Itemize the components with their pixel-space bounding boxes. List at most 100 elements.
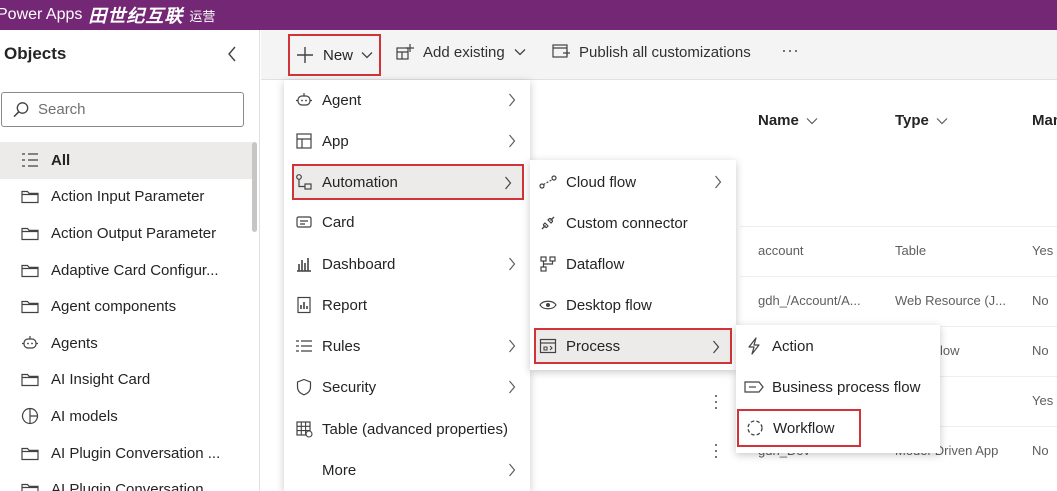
new-button-label: New <box>323 46 354 64</box>
environment-suffix: 运营 <box>189 8 216 24</box>
objects-pane: Objects Search All Action Input Paramete… <box>0 30 260 491</box>
object-item-label: AI Insight Card <box>51 371 151 389</box>
cell-type: Table <box>895 243 927 258</box>
folder-icon <box>20 260 40 280</box>
chevron-right-icon <box>509 463 516 477</box>
cell-managed: No <box>1032 343 1049 358</box>
ai-model-icon <box>20 406 40 426</box>
folder-icon <box>20 370 40 390</box>
object-item[interactable]: Action Output Parameter <box>0 215 252 252</box>
column-header-name[interactable]: Name <box>758 112 818 129</box>
object-item-label: Agents <box>51 334 98 352</box>
object-item-all[interactable]: All <box>0 142 252 179</box>
agent-icon <box>294 90 314 110</box>
chevron-down-icon <box>936 117 948 124</box>
cloud-flow-icon <box>538 172 558 192</box>
folder-icon <box>20 297 40 317</box>
objects-list: All Action Input Parameter Action Output… <box>0 142 252 491</box>
folder-icon <box>20 480 40 491</box>
menu-item-app[interactable]: App <box>294 124 526 158</box>
object-item-label: AI Plugin Conversation <box>51 481 204 491</box>
search-input[interactable]: Search <box>1 92 244 127</box>
column-header-label: Type <box>895 112 929 129</box>
menu-item-cloud-flow[interactable]: Cloud flow <box>538 165 732 199</box>
object-item[interactable]: AI Plugin Conversation <box>0 471 252 491</box>
menu-item-label: Cloud flow <box>566 173 637 191</box>
object-item[interactable]: Agents <box>0 325 252 362</box>
object-item[interactable]: Adaptive Card Configur... <box>0 252 252 289</box>
object-item[interactable]: AI Plugin Conversation ... <box>0 435 252 472</box>
menu-item-label: Automation <box>322 173 398 191</box>
menu-item-agent[interactable]: Agent <box>294 83 526 117</box>
cell-name: gdh_/Account/A... <box>758 293 861 308</box>
chevron-left-icon <box>228 46 236 62</box>
menu-item-workflow[interactable]: Workflow <box>737 409 861 447</box>
objects-scrollbar[interactable] <box>252 142 257 232</box>
menu-item-report[interactable]: Report <box>294 288 526 322</box>
more-commands-button[interactable]: ··· <box>781 40 799 61</box>
row-more-icon[interactable]: · · · <box>713 386 719 416</box>
menu-item-label: Rules <box>322 337 361 355</box>
menu-item-action[interactable]: Action <box>744 329 936 363</box>
publish-icon <box>552 44 570 58</box>
menu-item-label: Workflow <box>773 419 835 437</box>
object-item[interactable]: AI models <box>0 398 252 435</box>
chevron-right-icon <box>505 176 512 190</box>
shield-icon <box>294 377 314 397</box>
menu-item-label: Dataflow <box>566 255 625 273</box>
menu-item-table-advanced[interactable]: Table (advanced properties) <box>294 412 526 446</box>
new-button[interactable]: New <box>288 34 381 76</box>
menu-item-card[interactable]: Card <box>294 205 526 239</box>
menu-item-custom-connector[interactable]: Custom connector <box>538 206 732 240</box>
column-header-type[interactable]: Type <box>895 112 948 129</box>
bpf-icon <box>744 377 764 397</box>
object-item[interactable]: Agent components <box>0 288 252 325</box>
menu-item-rules[interactable]: Rules <box>294 329 526 363</box>
column-header-managed[interactable]: Man <box>1032 112 1057 129</box>
connector-icon <box>538 213 558 233</box>
new-menu: Agent App Automation Card Dashboard Repo… <box>284 80 530 491</box>
object-item[interactable]: AI Insight Card <box>0 362 252 399</box>
cell-type: low <box>940 343 960 358</box>
environment-brand: 田世纪互联 <box>88 6 184 26</box>
chevron-down-icon <box>806 117 818 124</box>
automation-icon <box>294 172 314 192</box>
rules-icon <box>294 336 314 356</box>
app-name[interactable]: Power Apps <box>0 6 82 24</box>
cell-managed: Yes <box>1032 243 1054 258</box>
add-existing-button[interactable]: Add existing <box>395 43 526 61</box>
menu-item-business-process-flow[interactable]: Business process flow <box>744 370 936 404</box>
menu-item-label: Security <box>322 378 377 396</box>
row-divider <box>740 226 1057 227</box>
menu-item-label: Report <box>322 296 368 314</box>
menu-item-desktop-flow[interactable]: Desktop flow <box>538 288 732 322</box>
agent-icon <box>20 333 40 353</box>
menu-item-security[interactable]: Security <box>294 370 526 404</box>
dataflow-icon <box>538 254 558 274</box>
menu-item-label: Custom connector <box>566 214 688 232</box>
object-item-label: Action Output Parameter <box>51 224 217 242</box>
publish-label: Publish all customizations <box>579 43 751 61</box>
command-bar: New Add existing Publish all customizati… <box>261 30 1057 80</box>
collapse-pane-button[interactable] <box>222 42 242 66</box>
menu-item-process[interactable]: Process <box>534 328 732 364</box>
search-placeholder: Search <box>38 101 86 118</box>
menu-item-automation[interactable]: Automation <box>292 164 524 200</box>
menu-item-label: More <box>322 461 357 479</box>
menu-item-more[interactable]: More <box>294 453 526 487</box>
chevron-down-icon <box>361 52 373 59</box>
object-item[interactable]: Action Input Parameter <box>0 179 252 216</box>
menu-item-dataflow[interactable]: Dataflow <box>538 247 732 281</box>
automation-submenu: Cloud flow Custom connector Dataflow Des… <box>530 160 736 370</box>
menu-item-label: Business process flow <box>772 378 921 396</box>
folder-icon <box>20 443 40 463</box>
chevron-right-icon <box>509 134 516 148</box>
chevron-right-icon <box>509 339 516 353</box>
add-existing-icon <box>396 44 414 60</box>
publish-all-button[interactable]: Publish all customizations <box>551 43 751 61</box>
menu-item-dashboard[interactable]: Dashboard <box>294 247 526 281</box>
search-icon <box>13 101 29 117</box>
cell-managed: Yes <box>1032 393 1054 408</box>
objects-title: Objects <box>4 44 67 63</box>
row-more-icon[interactable]: · · · <box>713 435 719 465</box>
